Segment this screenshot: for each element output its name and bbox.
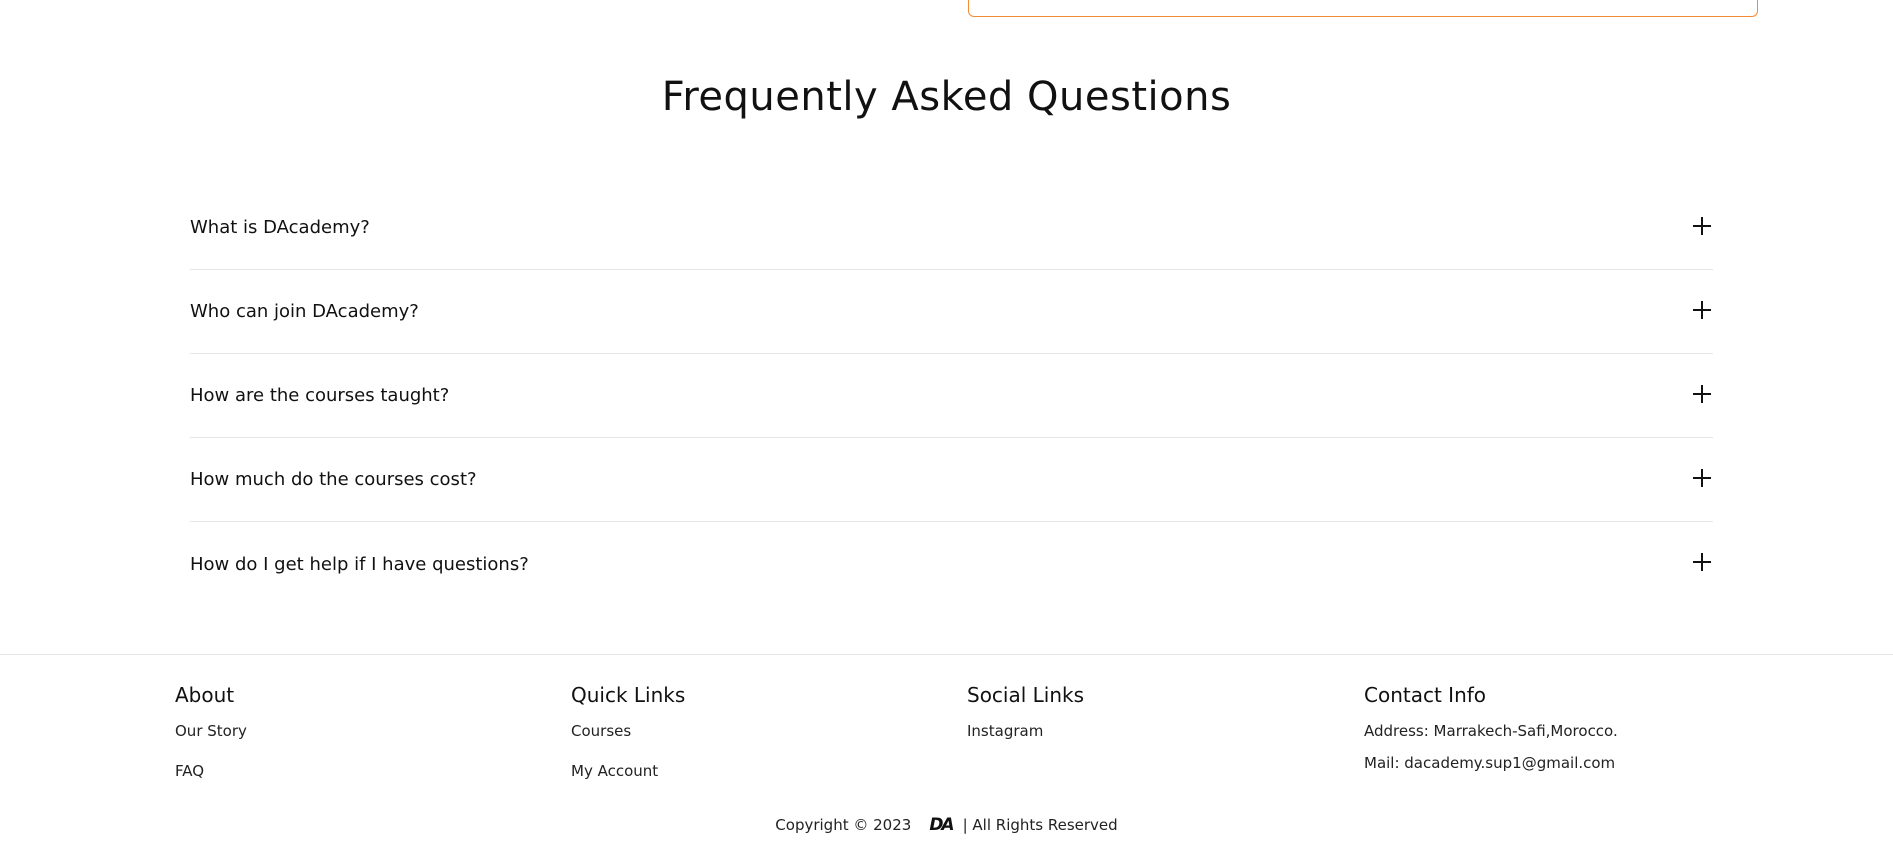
contact-address: Address: Marrakech-Safi,Morocco. — [1364, 722, 1618, 740]
plus-icon[interactable] — [1693, 216, 1711, 235]
faq-question: How much do the courses cost? — [190, 469, 477, 490]
copyright-prefix: Copyright © 2023 — [775, 816, 912, 834]
footer-link-instagram[interactable]: Instagram — [967, 721, 1084, 741]
contact-mail[interactable]: Mail: dacademy.sup1@gmail.com — [1364, 753, 1618, 773]
faq-item-courses-cost[interactable]: How much do the courses cost? — [190, 438, 1713, 522]
top-card-border — [968, 0, 1758, 17]
faq-item-get-help[interactable]: How do I get help if I have questions? — [190, 522, 1713, 606]
faq-question: Who can join DAcademy? — [190, 301, 419, 322]
faq-question: How do I get help if I have questions? — [190, 553, 529, 575]
faq-item-how-courses-taught[interactable]: How are the courses taught? — [190, 354, 1713, 438]
footer-link-our-story[interactable]: Our Story — [175, 721, 247, 741]
footer-link-courses[interactable]: Courses — [571, 721, 685, 741]
logo[interactable]: DA — [929, 815, 954, 835]
footer-social-links-column: Social Links Instagram — [967, 683, 1084, 761]
faq-question: What is DAcademy? — [190, 217, 370, 238]
faq-item-who-can-join[interactable]: Who can join DAcademy? — [190, 270, 1713, 354]
footer-contact-info-heading: Contact Info — [1364, 683, 1487, 707]
plus-icon[interactable] — [1693, 300, 1711, 319]
footer-quick-links-heading: Quick Links — [571, 683, 686, 707]
footer: About Our Story FAQ Quick Links Courses … — [0, 654, 1893, 860]
faq-list: What is DAcademy? Who can join DAcademy?… — [190, 186, 1713, 606]
faq-question: How are the courses taught? — [190, 385, 450, 406]
footer-social-links-heading: Social Links — [967, 683, 1085, 707]
plus-icon[interactable] — [1693, 468, 1711, 487]
plus-icon[interactable] — [1693, 553, 1711, 571]
copyright-line: Copyright © 2023 DA | All Rights Reserve… — [0, 815, 1893, 835]
faq-item-what-is-dacademy[interactable]: What is DAcademy? — [190, 186, 1713, 270]
page: Frequently Asked Questions What is DAcad… — [0, 0, 1893, 860]
footer-about-column: About Our Story FAQ — [175, 683, 247, 801]
copyright-suffix: | All Rights Reserved — [962, 816, 1118, 834]
footer-link-faq[interactable]: FAQ — [175, 761, 247, 781]
footer-link-my-account[interactable]: My Account — [571, 761, 685, 781]
footer-about-heading: About — [175, 683, 235, 707]
footer-contact-info-column: Contact Info Address: Marrakech-Safi,Mor… — [1364, 683, 1618, 785]
plus-icon[interactable] — [1693, 384, 1711, 403]
footer-quick-links-column: Quick Links Courses My Account — [571, 683, 685, 801]
faq-title: Frequently Asked Questions — [661, 74, 1232, 120]
